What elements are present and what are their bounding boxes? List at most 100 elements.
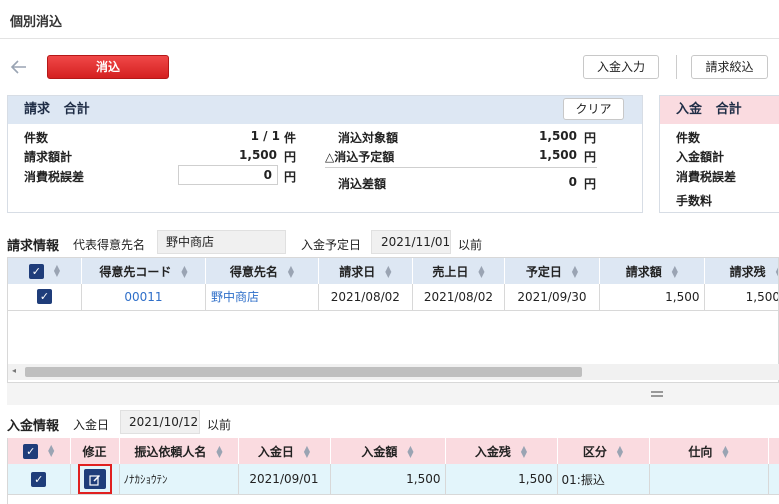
clear-button[interactable]: クリア <box>563 98 624 120</box>
deposit-amount-cell: 1,500 <box>330 464 446 495</box>
customer-name-link[interactable]: 野中商店 <box>205 284 319 311</box>
deposit-date-suffix: 以前 <box>207 418 232 432</box>
scrollbar-thumb[interactable] <box>25 367 582 377</box>
column-header[interactable]: 予定日 ▲ ▼ <box>504 258 601 284</box>
sort-icon[interactable]: ▲▼ <box>48 444 54 458</box>
edit-highlight <box>77 464 112 494</box>
select-all-header[interactable]: ✓ ▲ ▼ <box>8 258 82 284</box>
column-header[interactable]: 入金残 ▲ ▼ <box>445 438 558 464</box>
sort-icon[interactable]: ▲▼ <box>722 445 728 459</box>
pane-splitter[interactable] <box>7 383 779 405</box>
tax-diff-input[interactable]: 0 <box>178 165 278 185</box>
sales-date-cell: 2021/08/02 <box>412 284 505 311</box>
sort-icon[interactable]: ▲▼ <box>288 265 294 279</box>
planned-amount-value: 1,500 <box>539 148 577 162</box>
column-header[interactable]: 得意先コード ▲ ▼ <box>81 258 207 284</box>
invoice-filter-button[interactable]: 請求絞込 <box>691 55 768 79</box>
toolbar-divider <box>676 55 677 79</box>
category-cell: 01:振込 <box>557 464 650 495</box>
count-value: 1 / 1 <box>250 129 280 143</box>
checkbox-checked-icon[interactable]: ✓ <box>23 443 39 459</box>
invoice-info-label: 請求情報 <box>7 239 60 254</box>
deposit-count-label: 件数 <box>676 131 701 145</box>
remaining-cell: 1,500 <box>704 284 778 311</box>
target-amount-label: 消込対象額 <box>338 131 399 145</box>
diff-amount-label: 消込差額 <box>338 177 387 191</box>
arrow-left-icon[interactable] <box>10 58 28 76</box>
target-amount-unit: 円 <box>584 131 597 145</box>
table-row[interactable]: ✓ 00011 野中商店 2021/08/02 2021/08/02 2021/… <box>8 284 778 311</box>
row-select-cell[interactable]: ✓ <box>8 464 71 495</box>
invoice-total-heading: 請求 合計 <box>8 96 642 124</box>
header-divider <box>0 38 779 39</box>
sort-icon[interactable]: ▲▼ <box>672 265 678 279</box>
checkbox-checked-icon[interactable]: ✓ <box>28 263 44 279</box>
invoice-amount-cell: 1,500 <box>599 284 705 311</box>
invoice-table: ✓ ▲ ▼ 得意先コード ▲ ▼ 得意先名 ▲ ▼ 請求日 ▲ ▼ 売上日 ▲ ▼ 予定日 ▲ ▼ 請求… <box>8 258 778 311</box>
sort-icon[interactable]: ▲▼ <box>407 445 413 459</box>
column-header[interactable]: 仕向 ▲ ▼ <box>649 438 769 464</box>
column-header[interactable]: 請求日 ▲ ▼ <box>318 258 413 284</box>
deposit-date-label: 入金日 <box>73 418 110 432</box>
planned-amount-unit: 円 <box>584 150 597 164</box>
diff-amount-unit: 円 <box>584 177 597 191</box>
edit-icon[interactable] <box>83 469 106 489</box>
count-unit: 件 <box>284 131 297 145</box>
edit-cell[interactable] <box>70 464 120 495</box>
deposit-amount-label: 入金額計 <box>676 150 725 164</box>
destination-cell <box>649 464 769 495</box>
deposit-tax-label: 消費税誤差 <box>676 170 737 184</box>
deposit-date-field: 2021/10/12 <box>120 410 200 434</box>
tax-diff-label: 消費税誤差 <box>24 170 85 184</box>
deposit-table: ✓ ▲ ▼ 修正 振込依頼人名 ▲ ▼ 入金日 ▲ ▼ 入金額 ▲ ▼ 入金残 ▲ ▼ 区分 ▲ ▼ 仕… <box>8 438 779 495</box>
requester-cell: ﾉﾅｶｼｮｳﾃﾝ <box>119 464 239 495</box>
sort-icon[interactable]: ▲▼ <box>304 445 310 459</box>
horizontal-scrollbar[interactable]: ◂ <box>8 364 779 380</box>
sort-icon[interactable]: ▲▼ <box>572 265 578 279</box>
deposit-total-heading: 入金 合計 <box>660 96 779 124</box>
planned-amount-label: △消込予定額 <box>325 150 395 164</box>
row-select-cell[interactable]: ✓ <box>8 284 82 311</box>
deposit-input-button[interactable]: 入金入力 <box>583 55 659 79</box>
sort-icon[interactable]: ▲▼ <box>54 264 60 278</box>
sort-icon[interactable]: ▲▼ <box>617 445 623 459</box>
deposit-table-container: ✓ ▲ ▼ 修正 振込依頼人名 ▲ ▼ 入金日 ▲ ▼ 入金額 ▲ ▼ 入金残 ▲ ▼ 区分 ▲ ▼ 仕… <box>7 438 779 504</box>
checkbox-checked-icon[interactable]: ✓ <box>36 289 52 305</box>
column-header[interactable]: 請求額 ▲ ▼ <box>599 258 705 284</box>
empty-cell <box>768 464 779 495</box>
invoice-date-cell: 2021/08/02 <box>318 284 413 311</box>
sort-icon[interactable]: ▲▼ <box>521 445 527 459</box>
scroll-left-icon[interactable]: ◂ <box>12 366 16 375</box>
sort-icon[interactable]: ▲▼ <box>385 265 391 279</box>
splitter-handle-icon[interactable] <box>651 395 663 397</box>
deposit-header-row: ✓ ▲ ▼ 修正 振込依頼人名 ▲ ▼ 入金日 ▲ ▼ 入金額 ▲ ▼ 入金残 ▲ ▼ 区分 ▲ ▼ 仕… <box>8 438 779 464</box>
column-header[interactable]: 請求残▲▼ <box>704 258 778 284</box>
splitter-handle-icon[interactable] <box>651 391 663 393</box>
column-header <box>768 438 779 464</box>
deposit-remaining-cell: 1,500 <box>445 464 558 495</box>
column-header[interactable]: 区分 ▲ ▼ <box>557 438 650 464</box>
checkbox-checked-icon[interactable]: ✓ <box>31 471 47 487</box>
column-header[interactable]: 入金額 ▲ ▼ <box>330 438 446 464</box>
customer-code-link[interactable]: 00011 <box>81 284 207 311</box>
select-all-header[interactable]: ✓ ▲ ▼ <box>8 438 71 464</box>
customer-label: 代表得意先名 <box>73 238 146 252</box>
page-title: 個別消込 <box>10 15 63 30</box>
invoice-header-row: ✓ ▲ ▼ 得意先コード ▲ ▼ 得意先名 ▲ ▼ 請求日 ▲ ▼ 売上日 ▲ ▼ 予定日 ▲ ▼ 請求… <box>8 258 778 284</box>
target-amount-value: 1,500 <box>539 129 577 143</box>
invoice-amount-label: 請求額計 <box>24 150 73 164</box>
fee-label: 手数料 <box>676 194 713 208</box>
due-date-suffix: 以前 <box>458 238 483 252</box>
deposit-date-cell: 2021/09/01 <box>238 464 331 495</box>
sort-icon[interactable]: ▲▼ <box>216 445 222 459</box>
due-date-field: 2021/11/01 <box>371 230 451 254</box>
column-header[interactable]: 得意先名 ▲ ▼ <box>205 258 319 284</box>
table-row[interactable]: ✓ ﾉﾅｶｼｮｳﾃﾝ 2021/09/01 1,500 1,500 01:振込 <box>8 464 779 495</box>
column-header[interactable]: 振込依頼人名 ▲ ▼ <box>119 438 239 464</box>
sort-icon[interactable]: ▲▼ <box>181 265 187 279</box>
apply-button[interactable]: 消込 <box>47 55 169 79</box>
column-header[interactable]: 売上日 ▲ ▼ <box>412 258 505 284</box>
invoice-amount-value: 1,500 <box>239 148 277 162</box>
sort-icon[interactable]: ▲▼ <box>478 265 484 279</box>
column-header[interactable]: 入金日 ▲ ▼ <box>238 438 331 464</box>
